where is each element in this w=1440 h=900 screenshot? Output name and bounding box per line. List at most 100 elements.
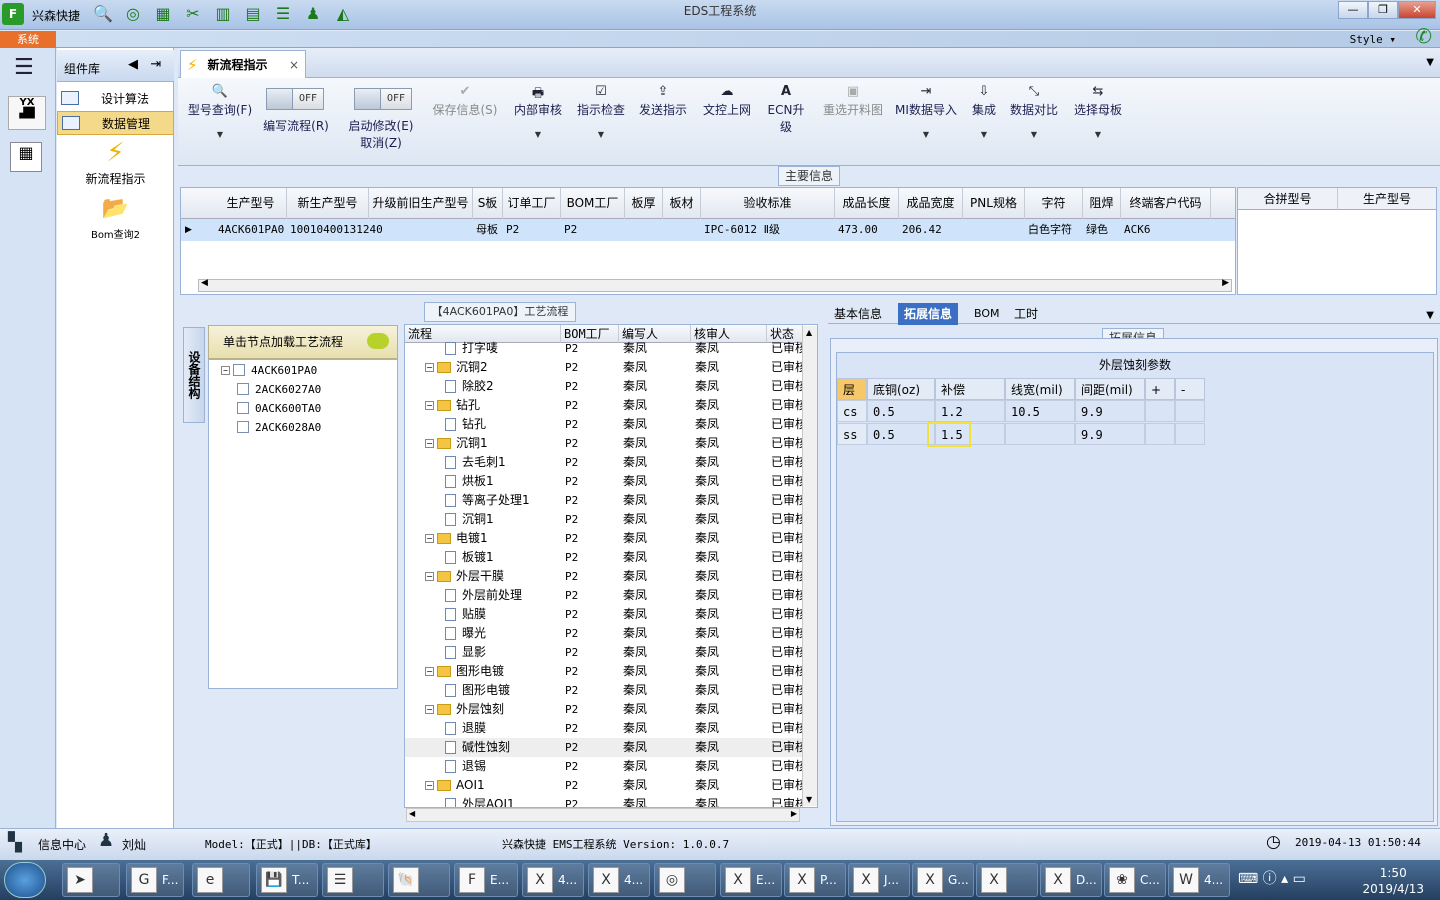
node-checkbox[interactable] [237,383,249,395]
taskbar-app-button[interactable]: X G... [912,863,974,897]
table-row[interactable]: 除胶2 P2 秦凤 秦凤 已审核 [405,377,803,396]
scroll-right-icon[interactable]: ▶ [1222,278,1229,288]
tree-node[interactable]: 0ACK600TA0 [237,399,321,417]
calculator-icon[interactable]: ▦ [10,142,42,172]
data-compare-button[interactable]: ⤡ 数据对比 ▼ [1006,84,1062,139]
param-column-header[interactable]: 补偿 [935,378,1005,400]
table-row[interactable]: 图形电镀 P2 秦凤 秦凤 已审核 [405,681,803,700]
table-row[interactable]: − 外层干膜 P2 秦凤 秦凤 已审核 [405,567,803,586]
node-checkbox[interactable] [233,364,245,376]
param-column-header[interactable]: 层 [837,378,867,400]
scroll-left-icon[interactable]: ◀ [409,809,415,818]
start-button[interactable] [4,862,46,898]
param-cell[interactable]: 9.9 [1075,423,1145,445]
collapse-icon[interactable]: − [425,439,434,448]
table-row[interactable]: − 钻孔 P2 秦凤 秦凤 已审核 [405,396,803,415]
mi-import-button[interactable]: ⇥ MI数据导入 ▼ [892,84,960,139]
column-header[interactable]: 终端客户代码 [1121,188,1211,219]
node-checkbox[interactable] [237,421,249,433]
table-row[interactable]: 外层AOI1 P2 秦凤 秦凤 已审核 [405,795,803,807]
table-row[interactable]: 打字唛 P2 秦凤 秦凤 已审核 [405,339,803,358]
table-cell[interactable] [625,219,663,241]
column-header[interactable]: 新生产型号 [287,188,369,219]
send-instruction-button[interactable]: ⇪ 发送指示 [636,84,690,118]
column-header[interactable]: 字符 [1025,188,1083,219]
collapse-icon[interactable]: − [425,667,434,676]
table-cell[interactable]: 白色字符 [1025,219,1083,241]
column-header[interactable]: 生产型号 [215,188,287,219]
tab-new-process[interactable]: ⚡ 新流程指示 × [180,50,306,78]
tree-node[interactable]: 2ACK6028A0 [237,418,321,436]
taskbar-app-button[interactable]: X P... [784,863,846,897]
table-row[interactable]: 显影 P2 秦凤 秦凤 已审核 [405,643,803,662]
column-header[interactable]: 订单工厂 [503,188,561,219]
tab-work-hours[interactable]: 工时 [1008,303,1044,325]
taskbar-app-button[interactable]: 💾 T... [256,863,318,897]
taskbar-app-button[interactable]: ➤ [62,863,120,897]
column-header[interactable]: 验收标准 [701,188,835,219]
tray-icons[interactable]: ⌨ ⓘ ▴ ▭ [1238,868,1306,888]
taskbar-app-button[interactable]: ☰ [322,863,384,897]
column-header[interactable]: 成品长度 [835,188,899,219]
collapse-icon[interactable]: − [221,365,230,375]
taskbar-app-button[interactable]: X D... [1040,863,1102,897]
integrate-button[interactable]: ⇩ 集成 ▼ [966,84,1002,139]
column-header[interactable]: 板材 [663,188,701,219]
param-column-header[interactable]: 线宽(mil) [1005,378,1075,400]
write-flow-toggle[interactable]: OFF [266,88,324,110]
bom-query-item[interactable]: 📂 Bom查询2 [57,196,174,241]
table-cell[interactable] [369,219,473,241]
select-motherboard-button[interactable]: ⇆ 选择母板 ▼ [1070,84,1126,139]
doc-online-button[interactable]: ☁ 文控上网 [698,84,756,118]
collapse-icon[interactable]: − [425,401,434,410]
param-column-header[interactable]: + [1145,378,1175,400]
scroll-up-icon[interactable]: ▲ [806,328,812,337]
tab-dropdown-icon[interactable]: ▼ [1426,310,1434,321]
table-cell[interactable]: P2 [503,219,561,241]
grid-icon[interactable]: ▚ [8,832,22,853]
column-header[interactable]: PNL规格 [963,188,1025,219]
collapse-icon[interactable]: − [425,781,434,790]
collapse-icon[interactable]: − [425,705,434,714]
column-header[interactable]: BOM工厂 [561,188,625,219]
vertical-scrollbar[interactable]: ▲ ▼ [802,326,817,806]
table-row[interactable]: 退锡 P2 秦凤 秦凤 已审核 [405,757,803,776]
table-cell[interactable] [663,219,701,241]
param-cell[interactable]: 10.5 [1005,400,1075,422]
taskbar-app-button[interactable]: X 4... [522,863,584,897]
minimize-button[interactable]: — [1338,1,1368,19]
scroll-left-icon[interactable]: ◀ [201,278,208,288]
column-header[interactable]: 升级前旧生产型号 [369,188,473,219]
table-row[interactable]: 去毛刺1 P2 秦凤 秦凤 已审核 [405,453,803,472]
panel-nav-icons[interactable]: ◀ ⇥ [128,57,161,72]
tree-node[interactable]: 2ACK6027A0 [237,380,321,398]
horizontal-scrollbar[interactable]: ◀ ▶ [198,278,1232,292]
start-modify-toggle[interactable]: OFF [354,88,412,110]
param-column-header[interactable]: 底铜(oz) [867,378,935,400]
taskbar-app-button[interactable]: X J... [848,863,910,897]
tab-dropdown-icon[interactable]: ▼ [1426,57,1434,68]
table-row[interactable]: − 图形电镀 P2 秦凤 秦凤 已审核 [405,662,803,681]
table-row[interactable]: 曝光 P2 秦凤 秦凤 已审核 [405,624,803,643]
param-column-header[interactable]: 间距(mil) [1075,378,1145,400]
table-cell[interactable]: 206.42 [899,219,963,241]
new-process-item[interactable]: ⚡ 新流程指示 [57,138,174,187]
taskbar-app-button[interactable]: ◎ [654,863,716,897]
layer-cell[interactable]: cs [837,400,867,422]
collapse-icon[interactable]: − [425,572,434,581]
table-row[interactable]: − 外层蚀刻 P2 秦凤 秦凤 已审核 [405,700,803,719]
ecn-upgrade-button[interactable]: A ECN升级 [762,84,810,135]
table-cell[interactable]: 10010400131240 [287,219,383,241]
taskbar-clock[interactable]: 1:50 2019/4/13 [1362,865,1424,897]
tab-equipment-structure[interactable]: 设备结构 [183,327,205,423]
taskbar-app-button[interactable]: F E... [454,863,518,897]
table-row[interactable]: 外层前处理 P2 秦凤 秦凤 已审核 [405,586,803,605]
layer-cell[interactable]: ss [837,423,867,445]
table-row[interactable]: 等离子处理1 P2 秦凤 秦凤 已审核 [405,491,803,510]
table-cell[interactable]: ACK6 [1121,219,1211,241]
taskbar-app-button[interactable]: e [192,863,250,897]
param-cell[interactable] [1145,400,1175,422]
table-cell[interactable]: 绿色 [1083,219,1121,241]
column-header[interactable]: 成品宽度 [899,188,963,219]
table-row[interactable]: ▶ 4ACK601PA0 10010400131240 母板 P2 P2 IPC-6012 … [181,219,1235,241]
